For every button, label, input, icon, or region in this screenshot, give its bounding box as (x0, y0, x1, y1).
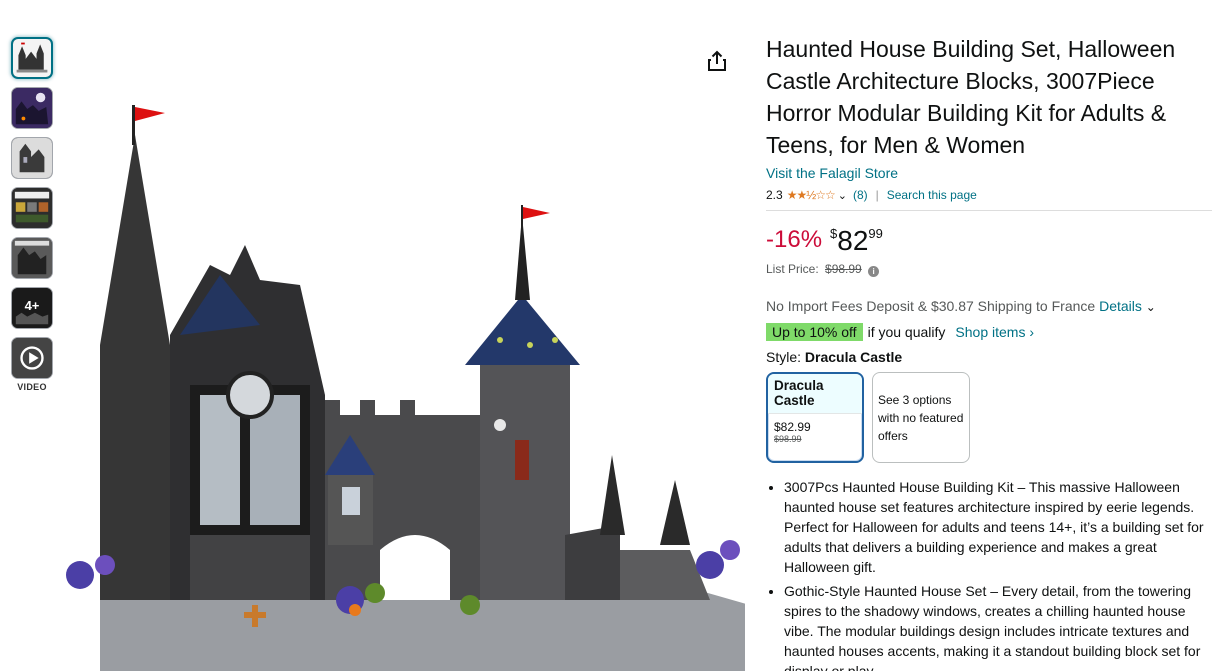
current-price: $ 82 99 (830, 226, 883, 256)
style-option-dracula-castle[interactable]: Dracula Castle $82.99 $98.99 (766, 372, 864, 463)
price-fraction: 99 (868, 226, 883, 241)
discount-percent: -16% (766, 226, 823, 253)
info-icon[interactable]: i (868, 266, 880, 277)
video-label: VIDEO (17, 382, 47, 392)
deal-qualifier: if you qualify (867, 324, 946, 340)
thumbnail-info-card[interactable] (11, 187, 53, 229)
share-icon[interactable] (705, 49, 729, 73)
product-title: Haunted House Building Set, Halloween Ca… (766, 36, 1176, 158)
thumbnail-main[interactable] (11, 37, 53, 79)
feature-bullet: 3007Pcs Haunted House Building Kit – Thi… (784, 477, 1212, 577)
list-price-row: List Price: $98.99 i (766, 262, 1212, 277)
list-price-value: $98.99 (825, 262, 862, 276)
rating-value: 2.3 (766, 188, 783, 202)
thumbnail-dracula-castle[interactable] (11, 237, 53, 279)
rating-row: 2.3 ★★½☆☆ ⌄ (8) | Search this page (766, 186, 1212, 204)
shipping-info: No Import Fees Deposit & $30.87 Shipping… (766, 298, 1212, 314)
product-main-image[interactable] (60, 95, 750, 671)
feature-bullet: Gothic-Style Haunted House Set – Every d… (784, 581, 1212, 671)
divider (766, 210, 1212, 211)
product-details: Haunted House Building Set, Halloween Ca… (766, 33, 1212, 671)
review-count-link[interactable]: (8) (853, 188, 868, 202)
shop-items-link[interactable]: Shop items › (955, 324, 1034, 340)
separator: | (875, 188, 879, 202)
deal-row: Up to 10% off if you qualify Shop items … (766, 323, 1212, 341)
price-currency: $ (830, 226, 838, 241)
search-this-page-link[interactable]: Search this page (887, 188, 977, 202)
thumbnail-age-rating[interactable]: 4+ (11, 287, 53, 329)
style-option-price: $82.99 (774, 420, 811, 434)
thumbnail-video[interactable] (11, 337, 53, 379)
style-option-name: Dracula Castle (768, 374, 862, 414)
age-badge: 4+ (24, 298, 40, 313)
shipping-text: No Import Fees Deposit & $30.87 Shipping… (766, 298, 1096, 314)
style-selected: Dracula Castle (804, 349, 903, 365)
deal-badge: Up to 10% off (766, 323, 863, 341)
store-link[interactable]: Visit the Falagil Store (766, 165, 1212, 181)
style-option-more[interactable]: See 3 options with no featured offers (872, 372, 970, 463)
feature-bullets: 3007Pcs Haunted House Building Kit – Thi… (766, 477, 1212, 671)
list-price-label: List Price: (766, 262, 819, 276)
chevron-down-icon[interactable]: ⌄ (1146, 300, 1156, 314)
style-label: Style: (766, 349, 802, 365)
style-option-list-price: $98.99 (774, 434, 802, 444)
price-whole: 82 (837, 225, 869, 256)
thumbnail-strip: 4+ VIDEO (11, 37, 55, 392)
thumbnail-detail-view[interactable] (11, 137, 53, 179)
chevron-down-icon[interactable]: ⌄ (838, 189, 847, 202)
style-row: Style: Dracula Castle (766, 349, 1212, 365)
price-row: -16% $ 82 99 (766, 226, 1212, 256)
shipping-details-link[interactable]: Details (1099, 298, 1142, 314)
thumbnail-night-scene[interactable] (11, 87, 53, 129)
style-options: Dracula Castle $82.99 $98.99 See 3 optio… (766, 372, 1212, 463)
rating-stars-icon[interactable]: ★★½☆☆ (787, 188, 836, 202)
